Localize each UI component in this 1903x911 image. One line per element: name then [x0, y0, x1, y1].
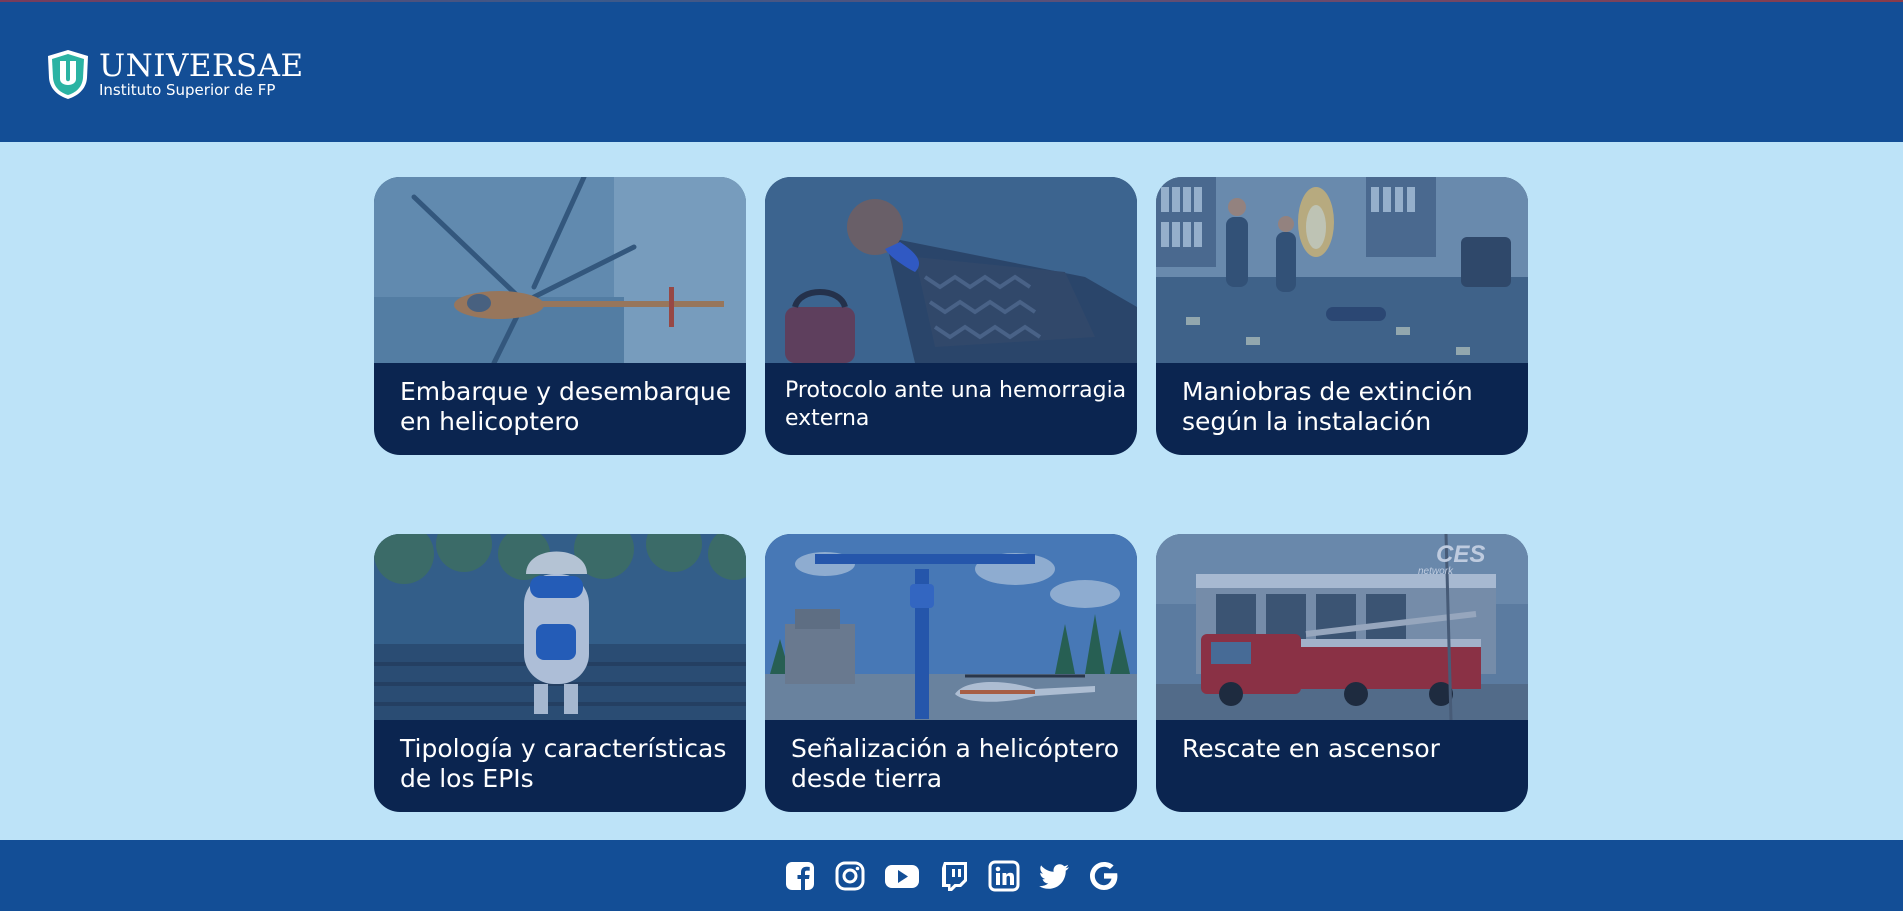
fire-truck-image: CES network — [1156, 534, 1528, 720]
injured-person-image — [765, 177, 1137, 363]
course-thumbnail: CES network — [1156, 534, 1528, 720]
course-thumbnail — [374, 177, 746, 363]
course-card-helicopter-signaling[interactable]: Señalización a helicóptero desde tierra — [765, 534, 1137, 812]
youtube-icon — [884, 864, 919, 888]
course-title: Maniobras de extinción según la instalac… — [1182, 377, 1473, 436]
logo-brand: UNIVERSAE — [99, 47, 304, 84]
crane-helicopter-image — [765, 534, 1137, 720]
robot-image — [374, 534, 746, 720]
course-grid: Embarque y desembarque en helicoptero Pr… — [0, 142, 1903, 840]
twitter-link[interactable] — [1038, 860, 1070, 892]
universae-logo[interactable]: U UNIVERSAE Instituto Superior de FP — [45, 48, 304, 100]
course-card-helicopter-boarding[interactable]: Embarque y desembarque en helicoptero — [374, 177, 746, 455]
course-title: Rescate en ascensor — [1182, 734, 1440, 763]
instagram-link[interactable] — [834, 860, 866, 892]
youtube-link[interactable] — [884, 860, 920, 892]
course-card-elevator-rescue[interactable]: CES network Rescate en ascensor — [1156, 534, 1528, 812]
facebook-link[interactable] — [784, 860, 816, 892]
office-fire-image — [1156, 177, 1528, 363]
logo-subtitle: Instituto Superior de FP — [99, 80, 276, 99]
site-header: U UNIVERSAE Instituto Superior de FP — [0, 2, 1903, 142]
course-title: Señalización a helicóptero desde tierra — [791, 734, 1120, 793]
helicopter-image — [374, 177, 746, 363]
facebook-icon — [785, 861, 814, 890]
twitter-icon — [1038, 863, 1069, 889]
linkedin-icon — [988, 860, 1019, 891]
shield-logo-icon: U — [48, 50, 88, 99]
course-card-fire-extinction[interactable]: Maniobras de extinción según la instalac… — [1156, 177, 1528, 455]
course-thumbnail — [765, 177, 1137, 363]
google-icon — [1089, 861, 1117, 890]
google-link[interactable] — [1088, 860, 1120, 892]
linkedin-link[interactable] — [988, 860, 1020, 892]
instagram-icon — [835, 861, 864, 890]
course-thumbnail — [374, 534, 746, 720]
course-title: Protocolo ante una hemorragia externa — [785, 378, 1127, 431]
twitch-icon — [941, 861, 967, 891]
ces-sign-text: CES — [1436, 541, 1485, 568]
twitch-link[interactable] — [938, 860, 970, 892]
ces-sign-sub: network — [1418, 566, 1454, 577]
course-card-epi-types[interactable]: Tipología y características de los EPIs — [374, 534, 746, 812]
course-card-hemorrhage-protocol[interactable]: Protocolo ante una hemorragia externa — [765, 177, 1137, 455]
course-title: Embarque y desembarque en helicoptero — [400, 377, 732, 436]
site-footer — [0, 840, 1903, 911]
course-thumbnail — [1156, 177, 1528, 363]
course-thumbnail — [765, 534, 1137, 720]
course-title: Tipología y características de los EPIs — [400, 734, 727, 793]
